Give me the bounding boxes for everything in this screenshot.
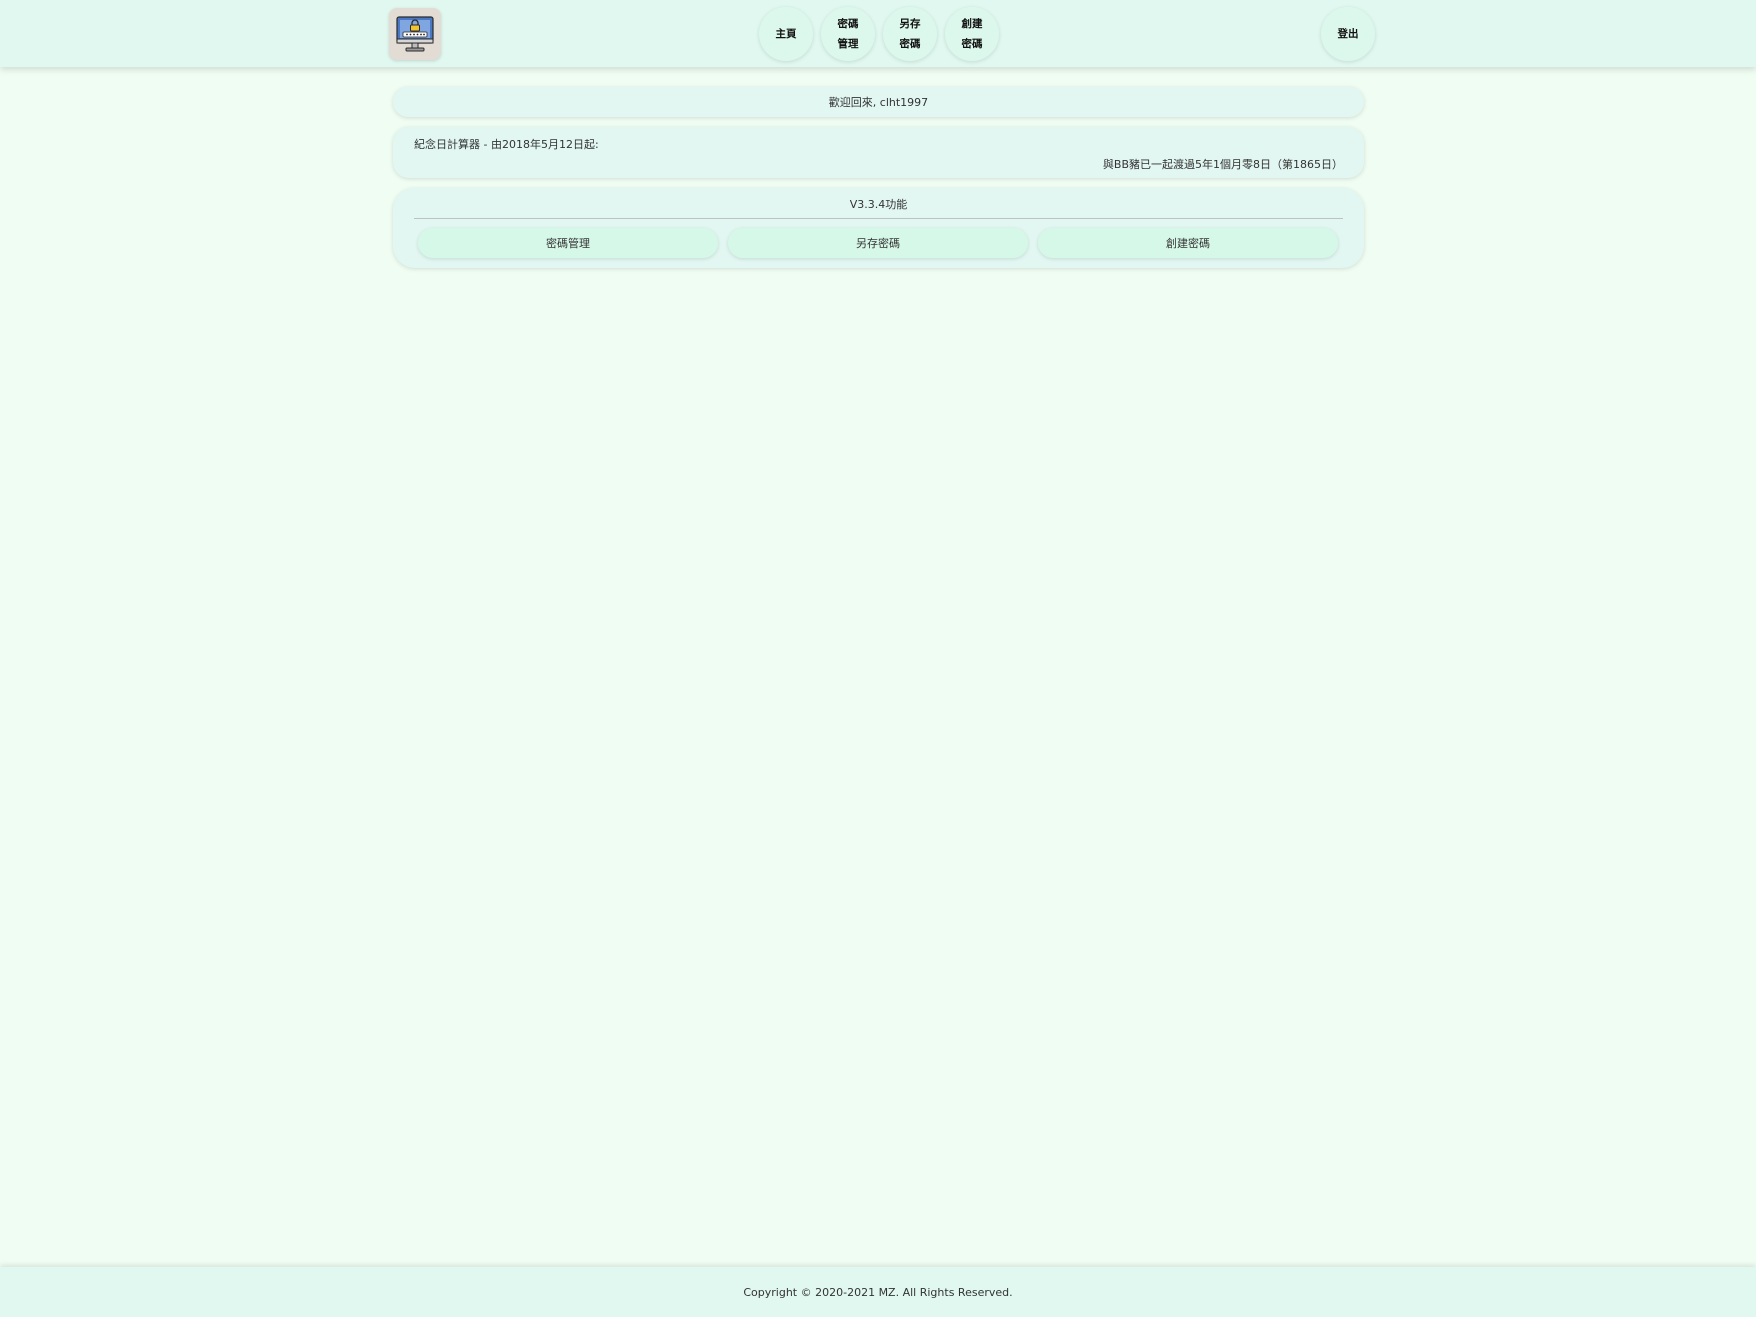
password-manage-label: 密碼管理 [546, 237, 590, 250]
nav-create-password-button[interactable]: 創建 密碼 [945, 7, 999, 61]
anniversary-result: 與BB豬已一起渡過5年1個月零8日（第1865日） [1102, 158, 1343, 171]
footer: Copyright © 2020-2021 MZ. All Rights Res… [0, 1267, 1756, 1317]
nav-password-manage-line2: 管理 [837, 38, 859, 50]
nav-home-label: 主頁 [775, 28, 797, 40]
nav-save-password-label: 另存 密碼 [895, 14, 925, 54]
copyright-text: Copyright © 2020-2021 MZ. All Rights Res… [743, 1285, 1013, 1299]
welcome-text: 歡迎回來, clht1997 [828, 96, 929, 109]
nav-password-manage-button[interactable]: 密碼 管理 [821, 7, 875, 61]
features-title: V3.3.4功能 [849, 198, 908, 211]
nav-save-password-button[interactable]: 另存 密碼 [883, 7, 937, 61]
logout-label: 登出 [1337, 28, 1359, 40]
features-card: V3.3.4功能 密碼管理 另存密碼 創建密碼 [393, 188, 1364, 268]
nav-save-password-line1: 另存 [899, 18, 921, 30]
nav-save-password-line2: 密碼 [899, 38, 921, 50]
monitor-lock-icon [396, 16, 434, 52]
save-password-label: 另存密碼 [856, 237, 900, 250]
nav-home-button[interactable]: 主頁 [759, 7, 813, 61]
anniversary-calculator-card: 紀念日計算器 - 由2018年5月12日起: 與BB豬已一起渡過5年1個月零8日… [393, 127, 1364, 178]
create-password-button[interactable]: 創建密碼 [1038, 228, 1338, 258]
logo[interactable] [389, 8, 441, 60]
logout-button[interactable]: 登出 [1321, 7, 1375, 61]
create-password-label: 創建密碼 [1166, 237, 1210, 250]
save-password-button[interactable]: 另存密碼 [728, 228, 1028, 258]
welcome-card: 歡迎回來, clht1997 [393, 87, 1364, 117]
anniversary-label: 紀念日計算器 - 由2018年5月12日起: [414, 138, 599, 151]
features-divider [414, 218, 1343, 219]
nav-create-password-label: 創建 密碼 [957, 14, 987, 54]
nav-create-password-line2: 密碼 [961, 38, 983, 50]
top-navbar: 主頁 密碼 管理 另存 密碼 創建 密碼 登出 [0, 0, 1756, 67]
nav-create-password-line1: 創建 [961, 18, 983, 30]
nav-password-manage-line1: 密碼 [837, 18, 859, 30]
nav-password-manage-label: 密碼 管理 [833, 14, 863, 54]
password-manage-button[interactable]: 密碼管理 [418, 228, 718, 258]
